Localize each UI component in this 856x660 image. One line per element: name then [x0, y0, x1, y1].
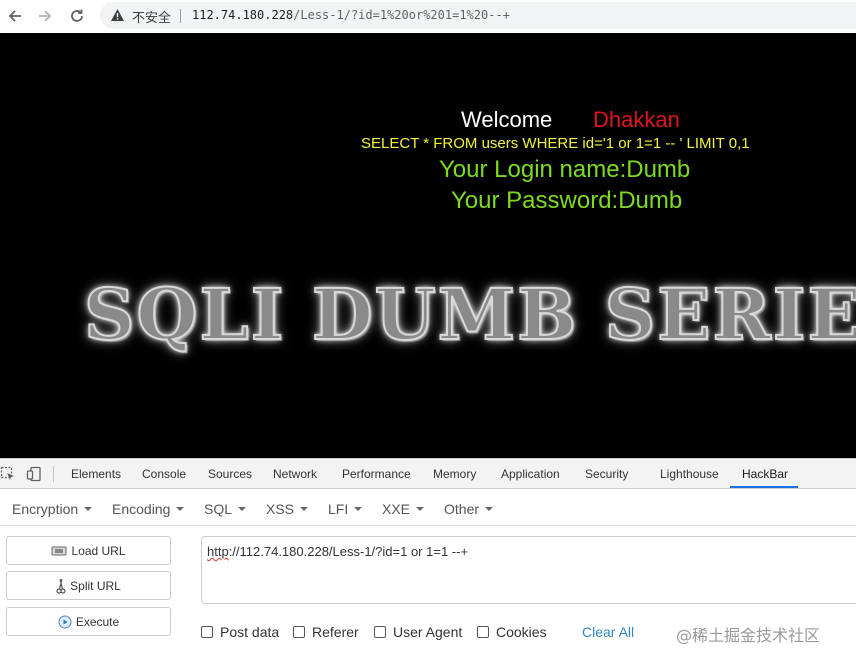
tab-hackbar[interactable]: HackBar: [742, 467, 788, 481]
caret-down-icon: [238, 507, 247, 512]
watermark-text: @稀土掘金技术社区: [676, 626, 821, 645]
address-path: /Less-1/?id=1%20or%201=1%20--+: [293, 8, 510, 22]
forward-button[interactable]: [33, 4, 57, 28]
address-bar[interactable]: 不安全 112.74.180.228/Less-1/?id=1%20or%201…: [100, 2, 856, 29]
split-url-button[interactable]: Split URL: [6, 571, 171, 600]
devtools-panel: Elements Console Sources Network Perform…: [0, 458, 856, 660]
caret-down-icon: [176, 507, 185, 512]
user-agent-checkbox[interactable]: [374, 626, 386, 638]
inspect-element-icon[interactable]: [0, 466, 16, 482]
tab-application[interactable]: Application: [501, 467, 560, 481]
hackbar-menu: Encryption Encoding SQL XSS LFI XXE Othe…: [0, 490, 856, 526]
tab-network[interactable]: Network: [273, 467, 317, 481]
menu-lfi-label: LFI: [328, 501, 349, 517]
address-url[interactable]: 112.74.180.228/Less-1/?id=1%20or%201=1%2…: [192, 8, 510, 22]
welcome-username: Dhakkan: [593, 107, 680, 132]
menu-other[interactable]: Other: [444, 501, 494, 517]
login-name-text: Your Login name:Dumb: [439, 156, 691, 183]
back-arrow-icon: [8, 10, 21, 22]
tab-sources[interactable]: Sources: [208, 467, 252, 481]
browser-toolbar: 不安全 112.74.180.228/Less-1/?id=1%20or%201…: [0, 0, 856, 33]
menu-other-label: Other: [444, 501, 480, 517]
back-button[interactable]: [3, 4, 27, 28]
menu-xxe-label: XXE: [382, 501, 411, 517]
forward-arrow-icon: [39, 10, 52, 22]
menu-lfi[interactable]: LFI: [328, 501, 363, 517]
reload-icon: [71, 9, 83, 22]
devtools-tabbar: Elements Console Sources Network Perform…: [0, 459, 856, 489]
devtools-divider: [53, 466, 54, 482]
referer-label: Referer: [312, 624, 359, 640]
menu-sql-label: SQL: [204, 501, 233, 517]
security-label[interactable]: 不安全: [132, 7, 171, 26]
user-agent-label: User Agent: [393, 624, 463, 640]
cookies-option[interactable]: Cookies: [477, 624, 547, 640]
execute-label: Execute: [75, 614, 120, 629]
menu-sql[interactable]: SQL: [204, 501, 247, 517]
split-url-label: Split URL: [70, 578, 121, 593]
tab-security[interactable]: Security: [585, 467, 628, 481]
hackbar-url-input[interactable]: http://112.74.180.228/Less-1/?id=1 or 1=…: [201, 536, 856, 604]
execute-button[interactable]: Execute: [6, 607, 171, 636]
load-url-button[interactable]: Load URL: [6, 536, 171, 565]
caret-down-icon: [300, 507, 309, 512]
caret-down-icon: [84, 507, 93, 512]
referer-option[interactable]: Referer: [293, 624, 359, 640]
warning-triangle-icon[interactable]: [110, 8, 125, 22]
caret-down-icon: [416, 507, 425, 512]
cookies-checkbox[interactable]: [477, 626, 489, 638]
tab-console[interactable]: Console: [142, 467, 186, 481]
tab-performance[interactable]: Performance: [342, 467, 411, 481]
load-url-icon: [51, 545, 67, 557]
password-text: Your Password:Dumb: [451, 187, 683, 214]
post-data-option[interactable]: Post data: [201, 624, 279, 640]
menu-xxe[interactable]: XXE: [382, 501, 425, 517]
menu-encryption[interactable]: Encryption: [12, 501, 93, 517]
reload-button[interactable]: [65, 4, 89, 28]
page-content: Welcome Dhakkan SELECT * FROM users WHER…: [0, 33, 856, 458]
play-icon: [58, 615, 72, 629]
sqli-banner-image: SQLI DUMB SERIES: [83, 272, 856, 357]
menu-xss[interactable]: XSS: [266, 501, 309, 517]
menu-encoding-label: Encoding: [112, 501, 171, 517]
omnibox-divider: [180, 9, 181, 23]
referer-checkbox[interactable]: [293, 626, 305, 638]
sql-query-text: SELECT * FROM users WHERE id='1 or 1=1 -…: [361, 135, 750, 152]
active-tab-indicator: [730, 486, 798, 488]
menu-encryption-label: Encryption: [12, 501, 79, 517]
tab-memory[interactable]: Memory: [433, 467, 476, 481]
url-scheme: http: [207, 544, 229, 559]
caret-down-icon: [485, 507, 494, 512]
load-url-label: Load URL: [71, 543, 126, 558]
menu-encoding[interactable]: Encoding: [112, 501, 185, 517]
address-host: 112.74.180.228: [192, 8, 294, 22]
post-data-checkbox[interactable]: [201, 626, 213, 638]
device-toolbar-icon[interactable]: [26, 466, 42, 482]
clear-all-link[interactable]: Clear All: [582, 624, 634, 640]
cookies-label: Cookies: [496, 624, 547, 640]
menu-xss-label: XSS: [266, 501, 295, 517]
tab-lighthouse[interactable]: Lighthouse: [660, 467, 719, 481]
scissors-icon: [56, 578, 66, 594]
tab-elements[interactable]: Elements: [71, 467, 121, 481]
user-agent-option[interactable]: User Agent: [374, 624, 462, 640]
caret-down-icon: [354, 507, 363, 512]
url-remainder: ://112.74.180.228/Less-1/?id=1 or 1=1 --…: [228, 544, 469, 559]
post-data-label: Post data: [220, 624, 280, 640]
welcome-text: Welcome: [461, 107, 553, 132]
